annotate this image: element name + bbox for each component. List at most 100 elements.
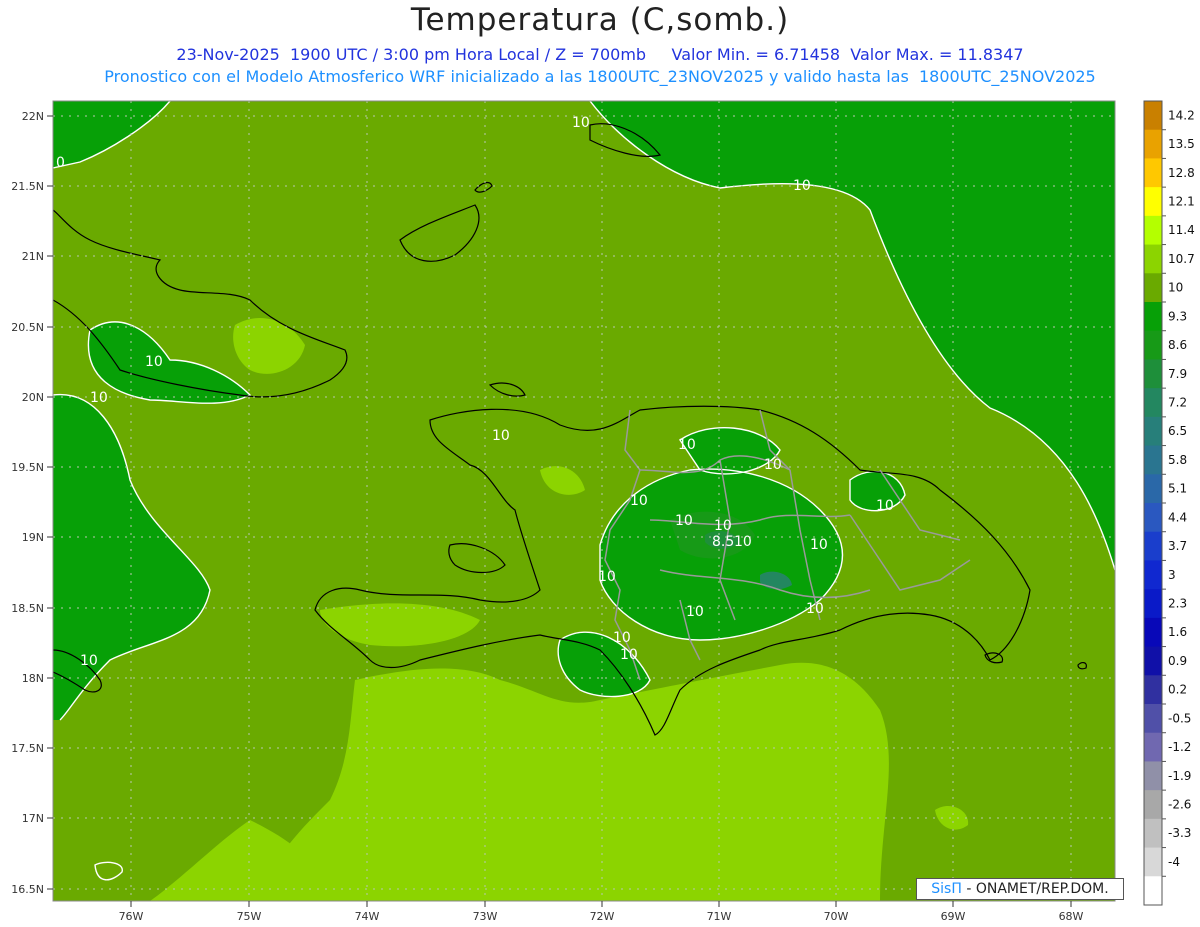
credit-brand: SisΠ: [931, 881, 962, 897]
colorbar-label: 6.5: [1168, 424, 1187, 438]
lat-label: 19.5N: [11, 461, 44, 474]
colorbar-label: 14.2: [1168, 108, 1195, 122]
lon-label: 72W: [590, 910, 615, 923]
credit-box: SisΠ - ONAMET/REP.DOM.: [916, 878, 1124, 900]
contour-label: 10: [630, 493, 648, 509]
colorbar-swatch: [1144, 876, 1162, 906]
colorbar-swatch: [1144, 158, 1162, 188]
colorbar-swatch: [1144, 560, 1162, 590]
contour-label: 10: [810, 537, 828, 553]
contour-label: 10: [572, 115, 590, 131]
colorbar-swatch: [1144, 273, 1162, 303]
colorbar-swatch: [1144, 646, 1162, 676]
longitude-axis: [130, 901, 1072, 907]
colorbar-swatch: [1144, 818, 1162, 849]
lat-label: 18N: [22, 672, 44, 685]
colorbar-label: 5.8: [1168, 453, 1187, 467]
latitude-labels: 22N 21.5N 21N 20.5N 20N 19.5N 19N 18.5N …: [11, 110, 44, 896]
colorbar-label: 0.9: [1168, 654, 1187, 668]
colorbar-label: 4.4: [1168, 510, 1187, 524]
longitude-labels: 76W 75W 74W 73W 72W 71W 70W 69W 68W: [119, 910, 1084, 923]
lon-label: 73W: [473, 910, 498, 923]
colorbar-swatch: [1144, 215, 1162, 246]
lat-label: 20.5N: [11, 321, 44, 334]
contour-label: 10: [734, 534, 752, 550]
colorbar-swatch: [1144, 388, 1162, 418]
contour-label: 10: [764, 457, 782, 473]
colorbar-label: 7.9: [1168, 367, 1187, 381]
contour-label: 8.5: [712, 534, 734, 550]
colorbar-swatch: [1144, 330, 1162, 360]
colorbar-label: -2.6: [1168, 798, 1191, 812]
colorbar-label: 13.5: [1168, 137, 1195, 151]
colorbar-label: 3: [1168, 568, 1176, 582]
colorbar-label: 12.1: [1168, 195, 1195, 209]
colorbar-label: 0.2: [1168, 683, 1187, 697]
colorbar-swatch: [1144, 302, 1162, 332]
colorbar-swatch: [1144, 474, 1162, 504]
colorbar-label: 3.7: [1168, 539, 1187, 553]
colorbar-swatch: [1144, 359, 1162, 389]
contour-label: 10: [620, 647, 638, 663]
colorbar-label: 11.4: [1168, 223, 1195, 237]
colorbar-swatch: [1144, 704, 1162, 734]
colorbar-label: -4: [1168, 855, 1180, 869]
colorbar-swatch: [1144, 187, 1162, 217]
colorbar-label: 1.6: [1168, 625, 1187, 639]
temperature-map: 10 10 10 10 10 10 10 10 10 10 10 10 10 1…: [11, 100, 1195, 923]
lon-label: 68W: [1059, 910, 1084, 923]
colorbar-label: 10.7: [1168, 252, 1195, 266]
colorbar-label: -0.5: [1168, 711, 1191, 725]
colorbar-swatch: [1144, 617, 1162, 648]
colorbar: 14.2 13.5 12.8 12.1 11.4 10.7 10 9.3 8.6 7.9 7.2 6.…: [1143, 100, 1195, 906]
colorbar-label: 2.3: [1168, 597, 1187, 611]
colorbar-swatch: [1144, 244, 1162, 274]
colorbar-swatch: [1144, 675, 1162, 705]
lon-label: 70W: [824, 910, 849, 923]
contour-label: 10: [598, 569, 616, 585]
colorbar-label: 5.1: [1168, 482, 1187, 496]
colorbar-label: -1.2: [1168, 740, 1191, 754]
colorbar-swatch: [1144, 790, 1162, 820]
colorbar-label: 10: [1168, 281, 1183, 295]
credit-text: - ONAMET/REP.DOM.: [961, 881, 1109, 897]
colorbar-swatch: [1144, 445, 1162, 475]
lat-label: 21N: [22, 250, 44, 263]
lon-label: 74W: [355, 910, 380, 923]
contour-label: 10: [613, 630, 631, 646]
lat-label: 17N: [22, 812, 44, 825]
lon-label: 76W: [119, 910, 144, 923]
lat-label: 22N: [22, 110, 44, 123]
lat-label: 19N: [22, 531, 44, 544]
contour-label: 10: [714, 518, 732, 534]
colorbar-label: 7.2: [1168, 396, 1187, 410]
colorbar-swatch: [1144, 503, 1162, 533]
colorbar-swatch: [1144, 847, 1162, 877]
contour-label: 10: [80, 653, 98, 669]
lat-label: 18.5N: [11, 602, 44, 615]
colorbar-swatch: [1144, 416, 1162, 447]
contour-label: 10: [806, 601, 824, 617]
lat-label: 16.5N: [11, 883, 44, 896]
contour-label: 10: [90, 390, 108, 406]
contour-label: 10: [793, 178, 811, 194]
lon-label: 71W: [707, 910, 732, 923]
latitude-axis: [47, 115, 53, 890]
contour-label: 0: [56, 155, 65, 171]
lat-label: 21.5N: [11, 180, 44, 193]
colorbar-swatch: [1144, 589, 1162, 619]
colorbar-swatch: [1144, 732, 1162, 762]
colorbar-label: -1.9: [1168, 769, 1191, 783]
colorbar-swatch: [1144, 129, 1162, 159]
contour-label: 10: [678, 437, 696, 453]
colorbar-swatch: [1144, 531, 1162, 561]
lat-label: 20N: [22, 391, 44, 404]
contour-label: 10: [876, 498, 894, 514]
lon-label: 75W: [237, 910, 262, 923]
contour-label: 10: [145, 354, 163, 370]
colorbar-label: 12.8: [1168, 166, 1195, 180]
contour-label: 10: [686, 604, 704, 620]
colorbar-swatch: [1144, 101, 1162, 131]
contour-label: 10: [492, 428, 510, 444]
colorbar-label: -3.3: [1168, 826, 1191, 840]
